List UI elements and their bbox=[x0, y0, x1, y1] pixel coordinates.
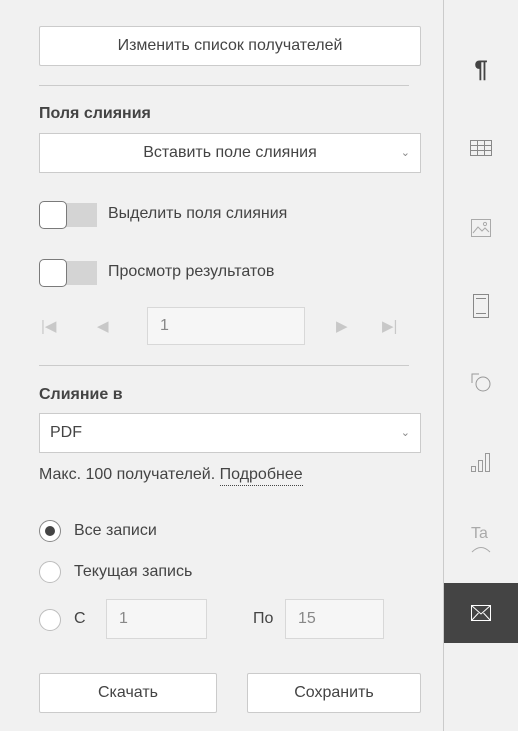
shape-icon bbox=[471, 373, 491, 392]
merge-to-heading: Слияние в bbox=[39, 386, 123, 403]
image-settings-tab[interactable] bbox=[444, 198, 518, 258]
chart-settings-tab[interactable] bbox=[444, 432, 518, 492]
preview-results-label: Просмотр результатов bbox=[108, 263, 275, 280]
all-records-label: Все записи bbox=[74, 522, 157, 539]
separator bbox=[39, 365, 409, 366]
next-record-icon[interactable]: ▶ bbox=[336, 317, 348, 335]
range-to-label: По bbox=[253, 610, 274, 627]
save-button[interactable]: Сохранить bbox=[247, 673, 421, 713]
current-record-label: Текущая запись bbox=[74, 563, 193, 580]
chevron-down-icon: ⌄ bbox=[400, 146, 410, 159]
header-footer-settings-tab[interactable] bbox=[444, 276, 518, 336]
mail-merge-icon bbox=[471, 605, 491, 621]
paragraph-icon: ¶ bbox=[474, 56, 488, 83]
textart-settings-tab[interactable]: Ta bbox=[444, 510, 518, 570]
textart-glyph: Ta bbox=[471, 525, 488, 542]
chevron-down-icon: ⌄ bbox=[400, 426, 410, 439]
table-settings-tab[interactable] bbox=[444, 118, 518, 178]
separator bbox=[39, 85, 409, 86]
merge-format-value: PDF bbox=[50, 424, 82, 441]
recipient-limit-text: Макс. 100 получателей. Подробнее bbox=[39, 466, 303, 486]
chart-icon bbox=[471, 453, 490, 472]
merge-fields-heading: Поля слияния bbox=[39, 105, 151, 122]
shape-settings-tab[interactable] bbox=[444, 352, 518, 412]
range-from-value: 1 bbox=[119, 610, 128, 627]
edit-recipients-button[interactable]: Изменить список получателей bbox=[39, 26, 421, 66]
range-from-input[interactable]: 1 bbox=[106, 599, 207, 639]
highlight-fields-toggle[interactable] bbox=[39, 201, 97, 229]
table-icon bbox=[470, 140, 492, 156]
header-footer-icon bbox=[473, 294, 489, 318]
toggle-knob bbox=[39, 259, 67, 287]
textart-icon: Ta bbox=[469, 525, 493, 555]
range-from-label: С bbox=[74, 610, 86, 627]
current-record-radio[interactable] bbox=[39, 561, 61, 583]
range-records-radio[interactable] bbox=[39, 609, 61, 631]
image-icon bbox=[471, 219, 491, 237]
insert-merge-field-label: Вставить поле слияния bbox=[143, 144, 317, 161]
insert-merge-field-dropdown[interactable]: Вставить поле слияния ⌄ bbox=[39, 133, 421, 173]
limit-text: Макс. 100 получателей. bbox=[39, 466, 216, 483]
download-button[interactable]: Скачать bbox=[39, 673, 217, 713]
first-record-icon[interactable]: |◀ bbox=[41, 317, 56, 335]
range-to-value: 15 bbox=[298, 610, 316, 627]
merge-format-dropdown[interactable]: PDF ⌄ bbox=[39, 413, 421, 453]
toggle-knob bbox=[39, 201, 67, 229]
all-records-radio[interactable] bbox=[39, 520, 61, 542]
preview-results-toggle[interactable] bbox=[39, 259, 97, 287]
record-number-input[interactable]: 1 bbox=[147, 307, 305, 345]
last-record-icon[interactable]: ▶| bbox=[382, 317, 397, 335]
mail-merge-settings-tab[interactable] bbox=[444, 583, 518, 643]
paragraph-settings-tab[interactable]: ¶ bbox=[444, 40, 518, 100]
range-to-input[interactable]: 15 bbox=[285, 599, 384, 639]
right-toolbar: ¶ Ta bbox=[443, 0, 518, 731]
mail-merge-panel: Изменить список получателей Поля слияния… bbox=[10, 0, 443, 731]
more-info-link[interactable]: Подробнее bbox=[219, 466, 303, 486]
record-number-value: 1 bbox=[160, 317, 169, 334]
highlight-fields-label: Выделить поля слияния bbox=[108, 205, 288, 222]
prev-record-icon[interactable]: ◀ bbox=[97, 317, 109, 335]
